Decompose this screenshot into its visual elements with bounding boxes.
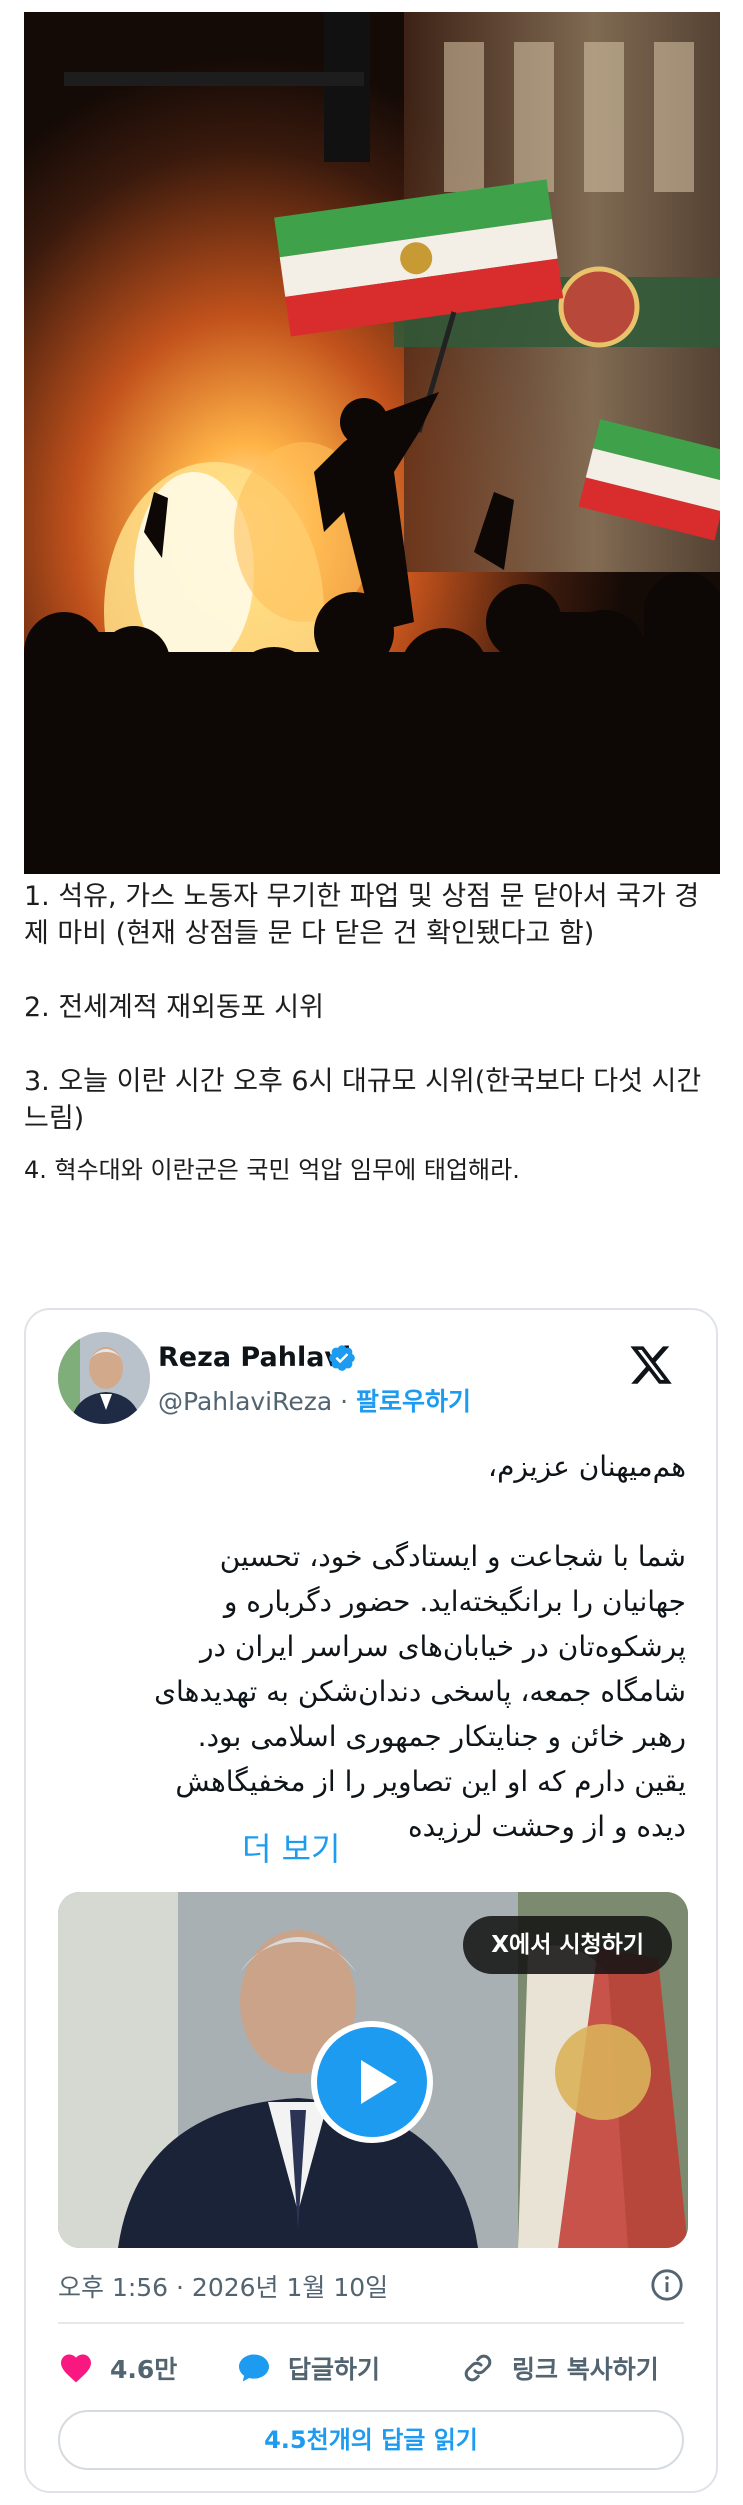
link-icon [464,2354,492,2382]
divider [58,2322,684,2324]
tweet-line: دیده و از وحشت لرزیده [407,1810,686,1843]
author-name[interactable]: Reza Pahlavi [158,1342,351,1373]
tweet-line: شامگاه جمعه، پاسخی دندان‌شکن به تهدیدهای [154,1675,686,1708]
play-icon [317,2027,427,2137]
tweet-timestamp[interactable]: 오후 1:56 · 2026년 1월 10일 [58,2268,388,2304]
read-replies-button[interactable]: 4.5천개의 답글 읽기 [58,2410,684,2470]
avatar[interactable] [58,1332,150,1424]
play-button[interactable] [311,2021,433,2143]
verified-badge-icon [329,1345,355,1371]
follow-button[interactable]: 팔로우하기 [356,1387,471,1416]
x-logo-icon[interactable] [628,1342,674,1388]
embedded-tweet-card[interactable]: Reza Pahlavi @PahlaviReza · 팔로우하기 هم‌میه… [24,1308,718,2493]
tweet-line: جهانیان را برانگیخته‌اید. حضور دگرباره و [223,1585,686,1618]
post-body: 1. 석유, 가스 노동자 무기한 파업 및 상점 문 닫아서 국가 경제 마비… [24,878,724,1187]
show-more-link[interactable]: 더 보기 [242,1824,341,1870]
copy-link-button[interactable]: 링크 복사하기 [460,2350,659,2386]
info-icon[interactable] [650,2268,684,2302]
post-line-4: 4. 혁수대와 이란군은 국민 억압 임무에 태업해라. [24,1156,520,1184]
reply-label: 답글하기 [288,2355,381,2384]
post-line-3: 3. 오늘 이란 시간 오후 6시 대규모 시위(한국보다 다섯 시간 느림) [24,1066,702,1134]
post-line-2: 2. 전세계적 재외동포 시위 [24,992,324,1023]
heart-icon [61,2354,91,2383]
tweet-text: هم‌میهنان عزیزم، شما با شجاعت و ایستادگی… [46,1444,686,1849]
handle-separator: · [332,1387,357,1416]
reply-button[interactable]: 답글하기 [236,2350,380,2386]
tweet-line: یقین دارم که او این تصاویر را از مخفیگاه… [175,1765,686,1798]
post-line-1: 1. 석유, 가스 노동자 무기한 파업 및 상점 문 닫아서 국가 경제 마비… [24,881,700,949]
tweet-line: شما با شجاعت و ایستادگی خود، تحسین [219,1540,686,1573]
watch-on-x-button[interactable]: X에서 시청하기 [463,1916,672,1974]
protest-photo [24,12,720,874]
tweet-line: پرشکوه‌تان در خیابان‌های سراسر ایران در [199,1630,686,1663]
reply-bubble-icon [239,2354,269,2382]
tweet-line: رهبر خائن و جنایتکار جمهوری اسلامی بود. [197,1720,686,1753]
handle[interactable]: @PahlaviReza [158,1387,332,1416]
like-count: 4.6만 [110,2355,178,2384]
tweet-line: هم‌میهنان عزیزم، [488,1450,686,1483]
tweet-actions: 4.6만 답글하기 링크 복사하기 [58,2350,684,2394]
handle-row: @PahlaviReza · 팔로우하기 [158,1382,471,1418]
copy-link-label: 링크 복사하기 [512,2355,659,2384]
like-button[interactable]: 4.6만 [58,2350,177,2386]
video-player[interactable]: X에서 시청하기 [58,1892,688,2248]
